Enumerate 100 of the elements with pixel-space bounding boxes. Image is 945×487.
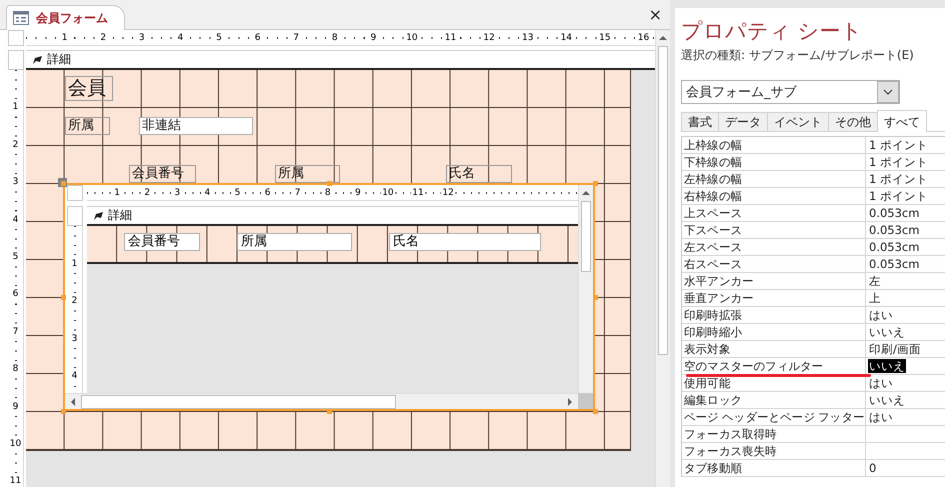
ruler-number: 4 bbox=[12, 214, 18, 225]
property-tab[interactable]: 書式 bbox=[681, 112, 719, 131]
section-selector[interactable] bbox=[8, 50, 24, 70]
property-tab[interactable]: すべて bbox=[877, 110, 927, 132]
resize-handle[interactable] bbox=[326, 408, 332, 414]
scrollbar-thumb[interactable] bbox=[658, 46, 668, 355]
property-tab[interactable]: イベント bbox=[767, 112, 829, 131]
ruler-number: 5 bbox=[12, 252, 18, 262]
property-value[interactable]: 1 ポイント bbox=[868, 138, 929, 152]
property-value[interactable]: いいえ bbox=[868, 393, 906, 407]
ruler-number: 8 bbox=[330, 32, 339, 42]
ruler-number: 9 bbox=[354, 188, 362, 198]
ruler-corner bbox=[8, 30, 24, 46]
property-value[interactable]: 上 bbox=[868, 291, 882, 305]
scrollbar-thumb[interactable] bbox=[581, 201, 591, 272]
text-box[interactable]: 所属 bbox=[237, 233, 352, 251]
document-tab[interactable]: 会員フォーム bbox=[6, 5, 125, 30]
section-selector[interactable] bbox=[67, 206, 83, 226]
ruler-number: 15 bbox=[598, 32, 612, 42]
text-box[interactable]: 非連結 bbox=[139, 117, 253, 135]
ruler-number: 2 bbox=[143, 188, 152, 198]
ruler-number: 2 bbox=[12, 140, 18, 150]
subform-control[interactable]: 1 2 3 4 5 6 7 8 9 10 11 12 詳細 1 2 3 4 会員番号 所属 氏名 bbox=[63, 183, 595, 411]
resize-handle[interactable] bbox=[592, 180, 598, 186]
property-value[interactable]: はい bbox=[868, 308, 894, 322]
resize-handle[interactable] bbox=[326, 180, 332, 186]
close-button[interactable]: × bbox=[646, 5, 664, 24]
resize-handle[interactable] bbox=[592, 408, 598, 414]
text-box[interactable]: 会員番号 bbox=[124, 233, 200, 251]
form-label[interactable]: 所属 bbox=[65, 117, 110, 135]
horizontal-scrollbar[interactable] bbox=[65, 393, 578, 409]
tab-title: 会員フォーム bbox=[36, 10, 108, 26]
ruler-number: 13 bbox=[520, 32, 534, 42]
resize-handle[interactable] bbox=[60, 180, 66, 186]
property-name: 左スペース bbox=[684, 239, 742, 255]
property-value[interactable]: 1 ポイント bbox=[868, 155, 929, 169]
section-bar[interactable]: 詳細 bbox=[87, 206, 578, 226]
ruler-number: 10 bbox=[405, 32, 419, 42]
scrollbar-thumb[interactable] bbox=[81, 394, 396, 408]
panel-title: プロパティ シート bbox=[681, 18, 864, 44]
property-name: 空のマスターのフィルター bbox=[684, 358, 824, 374]
ruler-number: 1 bbox=[72, 258, 78, 269]
section-label: 詳細 bbox=[108, 207, 132, 224]
property-value[interactable]: 0.053cm bbox=[868, 223, 920, 237]
ruler-number: 3 bbox=[138, 32, 146, 42]
collapse-arrow-icon bbox=[93, 210, 104, 220]
property-name: ページ ヘッダーとページ フッター bbox=[684, 409, 865, 425]
ruler-number: 3 bbox=[72, 334, 78, 344]
ruler-number: 6 bbox=[264, 188, 272, 198]
ruler-number: 7 bbox=[12, 326, 18, 337]
ruler-number: 1 bbox=[60, 32, 68, 42]
property-value[interactable]: 0.053cm bbox=[868, 206, 920, 220]
property-value[interactable]: 1 ポイント bbox=[868, 189, 929, 203]
property-value[interactable]: 0 bbox=[868, 461, 878, 475]
vertical-scrollbar[interactable] bbox=[578, 185, 593, 393]
property-name: 上スペース bbox=[684, 205, 742, 221]
ruler-number: 2 bbox=[99, 32, 108, 42]
ruler-number: 12 bbox=[441, 188, 455, 198]
property-value[interactable]: 0.053cm bbox=[868, 240, 920, 254]
collapse-arrow-icon bbox=[32, 54, 43, 64]
vertical-scrollbar[interactable] bbox=[655, 30, 670, 487]
property-name: 右枠線の幅 bbox=[684, 188, 742, 204]
property-name: 編集ロック bbox=[684, 392, 742, 408]
property-name: 右スペース bbox=[684, 256, 742, 272]
property-name: 左枠線の幅 bbox=[684, 171, 742, 187]
property-value[interactable]: はい bbox=[868, 376, 894, 390]
property-value[interactable]: いいえ bbox=[868, 359, 906, 373]
property-name: 水平アンカー bbox=[684, 273, 754, 289]
resize-handle[interactable] bbox=[60, 294, 66, 300]
ruler-number: 1 bbox=[113, 188, 121, 198]
ruler-number: 16 bbox=[636, 32, 650, 42]
resize-handle[interactable] bbox=[592, 294, 598, 300]
property-value[interactable]: いいえ bbox=[868, 325, 906, 339]
text-box[interactable]: 氏名 bbox=[389, 233, 541, 251]
ruler-number: 7 bbox=[294, 188, 302, 198]
scrollbar-corner bbox=[578, 393, 593, 409]
property-name: フォーカス喪失時 bbox=[684, 443, 777, 459]
ruler-number: 9 bbox=[369, 32, 378, 42]
selection-type-label: 選択の種類: サブフォーム/サブレポート(E) bbox=[681, 48, 915, 63]
section-label: 詳細 bbox=[47, 51, 71, 68]
dropdown-value: 会員フォーム_サブ bbox=[686, 84, 796, 101]
property-name: フォーカス取得時 bbox=[684, 426, 777, 442]
property-value[interactable]: 印刷/画面 bbox=[868, 342, 922, 356]
property-tab[interactable]: データ bbox=[718, 112, 768, 131]
resize-handle[interactable] bbox=[60, 408, 66, 414]
ruler-number: 8 bbox=[12, 364, 18, 374]
property-value[interactable]: 1 ポイント bbox=[868, 172, 929, 186]
ruler-number: 10 bbox=[10, 438, 22, 449]
property-value[interactable]: はい bbox=[868, 410, 894, 424]
section-bar[interactable]: 詳細 bbox=[26, 50, 655, 70]
ruler-number: 3 bbox=[173, 188, 182, 198]
property-tab[interactable]: その他 bbox=[828, 112, 878, 131]
property-name: 下スペース bbox=[684, 222, 742, 238]
object-dropdown[interactable]: 会員フォーム_サブ bbox=[681, 80, 900, 104]
ruler-number: 7 bbox=[292, 32, 300, 42]
property-value[interactable]: 0.053cm bbox=[868, 257, 920, 271]
ruler-number: 11 bbox=[411, 188, 425, 198]
ruler-number: 14 bbox=[560, 32, 574, 42]
property-value[interactable]: 左 bbox=[868, 274, 882, 288]
property-name: 下枠線の幅 bbox=[684, 154, 742, 170]
